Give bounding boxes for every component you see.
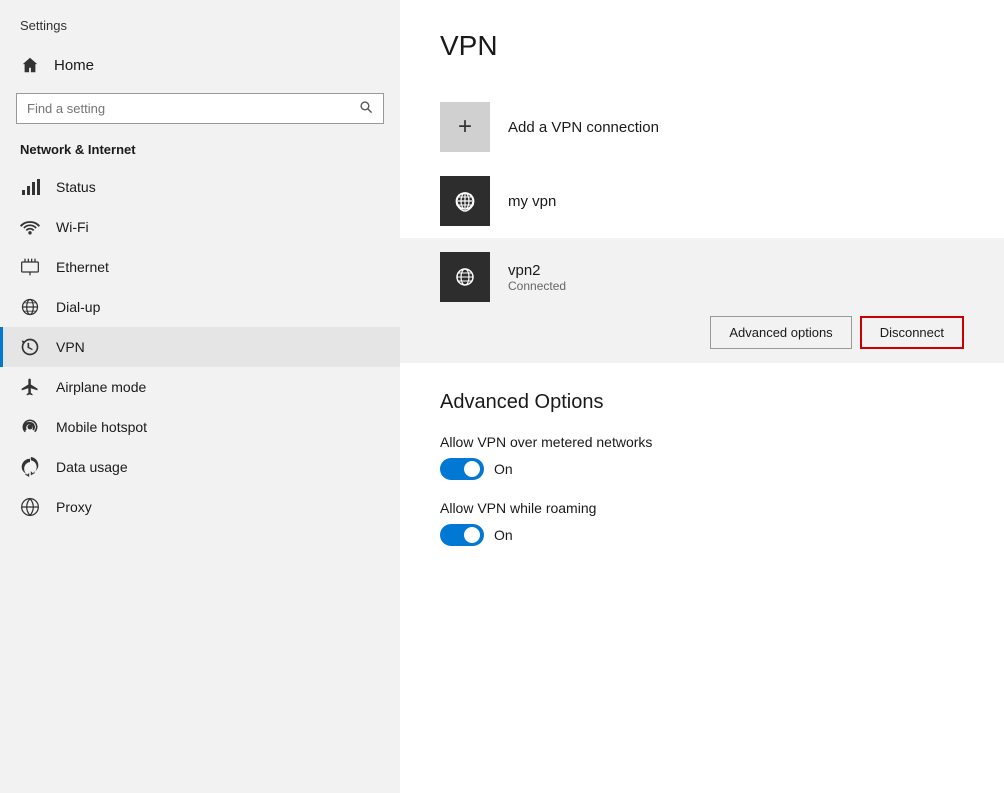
advanced-options-button[interactable]: Advanced options bbox=[710, 316, 851, 349]
sidebar-item-vpn[interactable]: VPN bbox=[0, 327, 400, 367]
sidebar-item-airplane[interactable]: Airplane mode bbox=[0, 367, 400, 407]
vpn-vpn2-name: vpn2 bbox=[508, 262, 566, 279]
dialup-icon bbox=[20, 297, 40, 317]
sidebar-item-datausage[interactable]: Data usage bbox=[0, 447, 400, 487]
toggle-metered-label: Allow VPN over metered networks bbox=[440, 434, 964, 450]
sidebar-item-wifi-label: Wi-Fi bbox=[56, 219, 89, 235]
datausage-icon bbox=[20, 457, 40, 477]
sidebar-item-home[interactable]: Home bbox=[0, 43, 400, 87]
sidebar-item-ethernet-label: Ethernet bbox=[56, 259, 109, 275]
toggle-metered-switch[interactable] bbox=[440, 458, 484, 480]
status-icon bbox=[20, 177, 40, 197]
vpn-myvpn-info: my vpn bbox=[508, 193, 556, 210]
sidebar-item-dialup[interactable]: Dial-up bbox=[0, 287, 400, 327]
vpn-item-vpn2[interactable]: vpn2 Connected bbox=[440, 252, 964, 302]
sidebar-item-proxy[interactable]: Proxy bbox=[0, 487, 400, 527]
vpn-item-myvpn[interactable]: my vpn bbox=[440, 164, 964, 238]
hotspot-icon bbox=[20, 417, 40, 437]
toggle-metered-thumb bbox=[464, 461, 480, 477]
vpn-myvpn-icon bbox=[440, 176, 490, 226]
main-content: VPN + Add a VPN connection bbox=[400, 0, 1004, 793]
sidebar-item-proxy-label: Proxy bbox=[56, 499, 92, 515]
home-label: Home bbox=[54, 57, 94, 74]
toggle-roaming-row: On bbox=[440, 524, 964, 546]
toggle-roaming-thumb bbox=[464, 527, 480, 543]
vpn-myvpn-name: my vpn bbox=[508, 193, 556, 210]
add-vpn-icon: + bbox=[440, 102, 490, 152]
toggle-metered-state: On bbox=[494, 461, 513, 477]
advanced-options-title: Advanced Options bbox=[440, 391, 964, 414]
toggle-roaming-state: On bbox=[494, 527, 513, 543]
toggle-roaming-section: Allow VPN while roaming On bbox=[440, 500, 964, 546]
search-input[interactable] bbox=[27, 101, 351, 116]
vpn-icon bbox=[20, 337, 40, 357]
vpn-vpn2-info: vpn2 Connected bbox=[508, 262, 566, 293]
search-box[interactable] bbox=[16, 93, 384, 124]
search-icon bbox=[359, 100, 373, 117]
sidebar-item-hotspot[interactable]: Mobile hotspot bbox=[0, 407, 400, 447]
wifi-icon bbox=[20, 217, 40, 237]
vpn-actions: Advanced options Disconnect bbox=[440, 316, 964, 349]
sidebar-item-status-label: Status bbox=[56, 179, 96, 195]
sidebar-item-airplane-label: Airplane mode bbox=[56, 379, 146, 395]
ethernet-icon bbox=[20, 257, 40, 277]
add-vpn-label: Add a VPN connection bbox=[508, 119, 659, 136]
sidebar-item-datausage-label: Data usage bbox=[56, 459, 128, 475]
toggle-roaming-switch[interactable] bbox=[440, 524, 484, 546]
sidebar: Settings Home Network & Internet bbox=[0, 0, 400, 793]
toggle-roaming-label: Allow VPN while roaming bbox=[440, 500, 964, 516]
plus-icon: + bbox=[458, 113, 472, 141]
toggle-metered-row: On bbox=[440, 458, 964, 480]
toggle-metered-section: Allow VPN over metered networks On bbox=[440, 434, 964, 480]
vpn-vpn2-icon bbox=[440, 252, 490, 302]
sidebar-item-vpn-label: VPN bbox=[56, 339, 85, 355]
disconnect-button[interactable]: Disconnect bbox=[860, 316, 964, 349]
sidebar-item-dialup-label: Dial-up bbox=[56, 299, 100, 315]
sidebar-item-wifi[interactable]: Wi-Fi bbox=[0, 207, 400, 247]
app-title: Settings bbox=[0, 0, 400, 43]
page-title: VPN bbox=[440, 30, 964, 62]
sidebar-item-ethernet[interactable]: Ethernet bbox=[0, 247, 400, 287]
sidebar-item-hotspot-label: Mobile hotspot bbox=[56, 419, 147, 435]
proxy-icon bbox=[20, 497, 40, 517]
home-icon bbox=[20, 55, 40, 75]
section-header: Network & Internet bbox=[0, 136, 400, 167]
airplane-icon bbox=[20, 377, 40, 397]
vpn-selected-block: vpn2 Connected Advanced options Disconne… bbox=[400, 238, 1004, 363]
vpn-list: + Add a VPN connection my vpn bbox=[440, 90, 964, 363]
add-vpn-row[interactable]: + Add a VPN connection bbox=[440, 90, 964, 164]
sidebar-item-status[interactable]: Status bbox=[0, 167, 400, 207]
vpn-vpn2-status: Connected bbox=[508, 279, 566, 293]
